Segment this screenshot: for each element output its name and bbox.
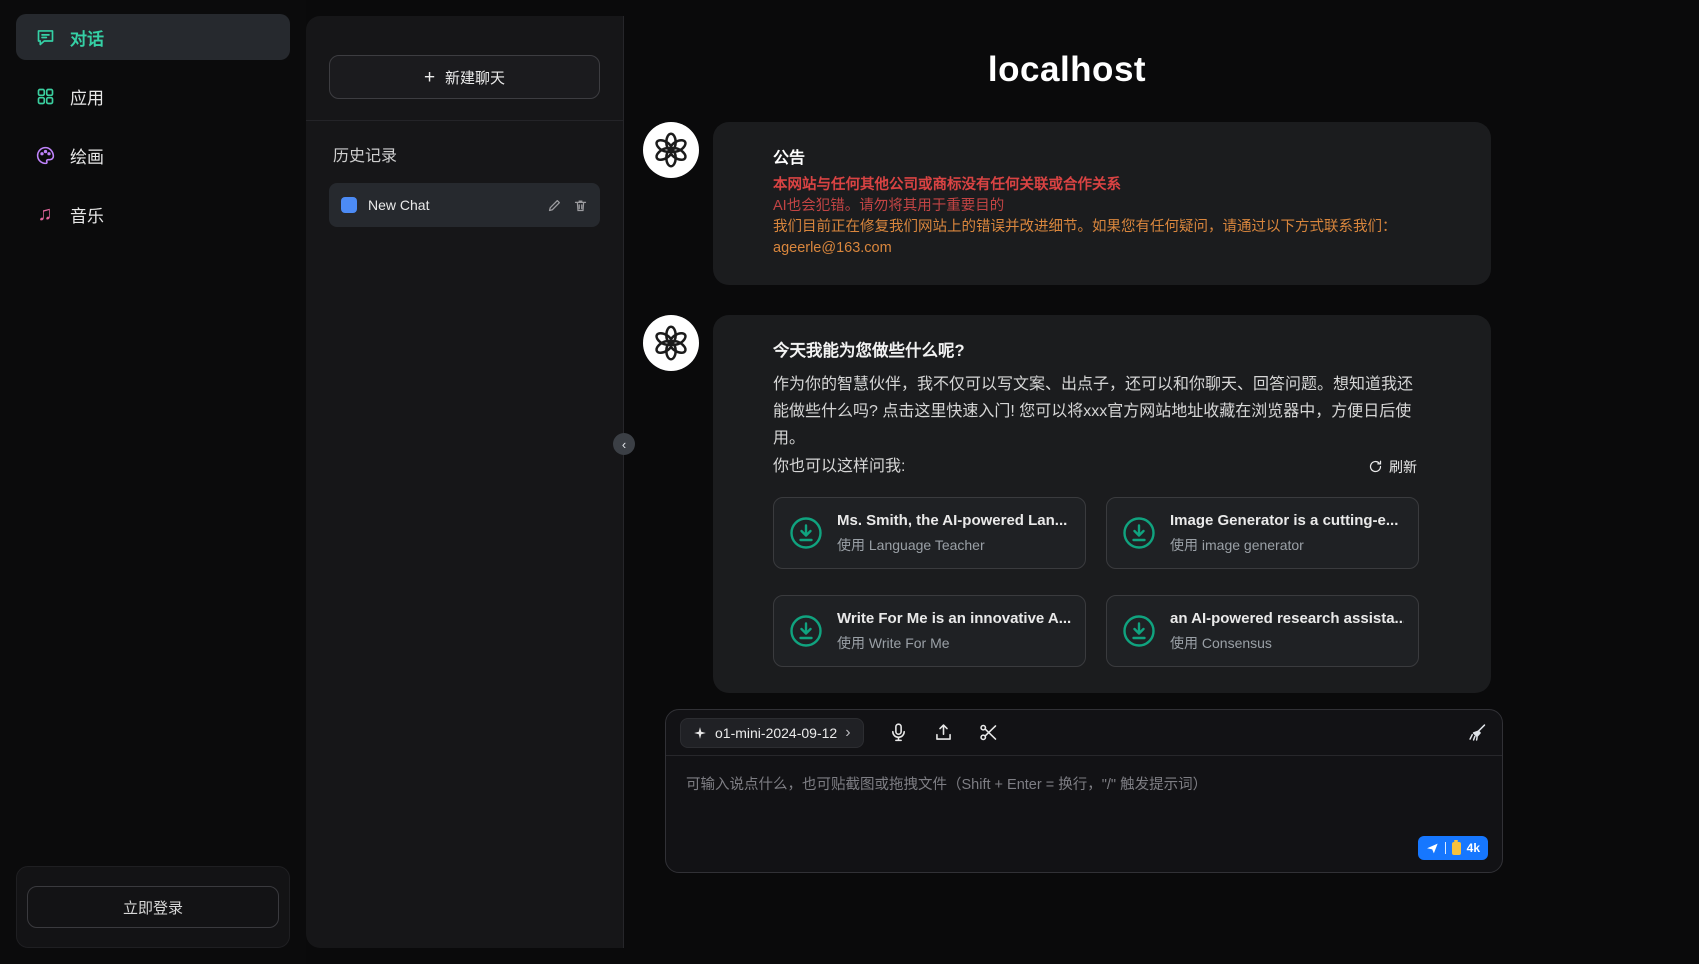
token-count: 4k xyxy=(1467,841,1480,855)
microphone-icon xyxy=(888,722,909,743)
suggestion-card[interactable]: an AI-powered research assista... 使用 Con… xyxy=(1106,595,1419,667)
scissors-icon xyxy=(978,722,999,743)
suggestion-subtitle: 使用 Write For Me xyxy=(837,633,1071,653)
new-chat-button[interactable]: + 新建聊天 xyxy=(329,55,600,99)
sidebar-item-label: 应用 xyxy=(70,84,104,109)
model-name: o1-mini-2024-09-12 xyxy=(715,725,837,741)
chevron-right-icon: › xyxy=(845,725,850,741)
login-panel: 立即登录 xyxy=(16,866,290,948)
message-list: 公告 本网站与任何其他公司或商标没有任何关联或合作关系 AI也会犯错。请勿将其用… xyxy=(643,122,1491,693)
delete-icon[interactable] xyxy=(573,198,588,213)
chat-item-actions xyxy=(547,198,588,213)
suggestion-title: Ms. Smith, the AI-powered Lan... xyxy=(837,512,1067,529)
screenshot-button[interactable] xyxy=(978,722,999,743)
suggestion-title: Write For Me is an innovative A... xyxy=(837,610,1071,627)
message-input[interactable]: 可输入说点什么，也可贴截图或拖拽文件（Shift + Enter = 换行，"/… xyxy=(666,756,1502,872)
download-circle-icon xyxy=(1121,613,1157,649)
sidebar-item-chat[interactable]: 对话 xyxy=(16,14,290,60)
suggestion-grid: Ms. Smith, the AI-powered Lan... 使用 Lang… xyxy=(773,497,1421,667)
sidebar-item-label: 音乐 xyxy=(70,202,104,227)
microphone-button[interactable] xyxy=(888,722,909,743)
divider xyxy=(306,120,623,121)
history-heading: 历史记录 xyxy=(329,142,600,166)
broom-icon xyxy=(1467,722,1488,743)
announcement-title: 公告 xyxy=(773,144,1421,168)
sidebar-item-drawing[interactable]: 绘画 xyxy=(16,132,290,178)
edit-icon[interactable] xyxy=(547,198,562,213)
sidebar: 对话 应用 绘画 xyxy=(0,0,306,964)
message-announcement: 公告 本网站与任何其他公司或商标没有任何关联或合作关系 AI也会犯错。请勿将其用… xyxy=(643,122,1491,285)
announcement-bubble: 公告 本网站与任何其他公司或商标没有任何关联或合作关系 AI也会犯错。请勿将其用… xyxy=(713,122,1491,285)
suggestion-subtitle: 使用 Consensus xyxy=(1170,633,1404,653)
chat-bubble-icon xyxy=(34,26,56,48)
announcement-line-1: 本网站与任何其他公司或商标没有任何关联或合作关系 xyxy=(773,175,1421,196)
refresh-button[interactable]: 刷新 xyxy=(1364,455,1421,479)
badge-divider xyxy=(1445,842,1446,854)
model-selector[interactable]: o1-mini-2024-09-12 › xyxy=(680,718,864,748)
announcement-line-3: 我们目前正在修复我们网站上的错误并改进细节。如果您有任何疑问，请通过以下方式联系… xyxy=(773,217,1421,238)
welcome-title: 今天我能为您做些什么呢? xyxy=(773,337,1421,361)
assistant-avatar xyxy=(643,315,699,371)
refresh-label: 刷新 xyxy=(1389,457,1417,477)
chat-items: New Chat xyxy=(329,183,600,227)
welcome-bubble: 今天我能为您做些什么呢? 作为你的智慧伙伴，我不仅可以写文案、出点子，还可以和你… xyxy=(713,315,1491,693)
suggestion-card[interactable]: Ms. Smith, the AI-powered Lan... 使用 Lang… xyxy=(773,497,1086,569)
contact-email-link[interactable]: ageerle@163.com xyxy=(773,238,892,259)
suggestion-card[interactable]: Write For Me is an innovative A... 使用 Wr… xyxy=(773,595,1086,667)
app-window: 对话 应用 绘画 xyxy=(0,0,1699,964)
collapse-sidebar-toggle[interactable]: ‹ xyxy=(613,433,635,455)
chat-list-item[interactable]: New Chat xyxy=(329,183,600,227)
download-circle-icon xyxy=(788,515,824,551)
main-panel: ‹ localhost xyxy=(624,0,1699,964)
sidebar-item-label: 绘画 xyxy=(70,143,104,168)
send-token-badge[interactable]: 4k xyxy=(1418,836,1488,860)
new-chat-label: 新建聊天 xyxy=(445,67,505,88)
assistant-avatar xyxy=(643,122,699,178)
hint-row: 你也可以这样问我: 刷新 xyxy=(773,453,1421,480)
sparkle-icon xyxy=(693,726,707,740)
download-circle-icon xyxy=(788,613,824,649)
palette-icon xyxy=(34,144,56,166)
plus-icon: + xyxy=(424,68,435,87)
suggestion-card[interactable]: Image Generator is a cutting-e... 使用 ima… xyxy=(1106,497,1419,569)
chat-color-swatch xyxy=(341,197,357,213)
composer: o1-mini-2024-09-12 › xyxy=(665,709,1503,873)
chat-item-title: New Chat xyxy=(368,197,536,213)
upload-icon xyxy=(933,722,954,743)
send-icon xyxy=(1426,842,1439,855)
ask-hint: 你也可以这样问我: xyxy=(773,453,905,480)
upload-button[interactable] xyxy=(933,722,954,743)
download-circle-icon xyxy=(1121,515,1157,551)
music-note-icon: ♫ xyxy=(34,203,56,225)
battery-icon xyxy=(1452,842,1461,855)
input-placeholder: 可输入说点什么，也可贴截图或拖拽文件（Shift + Enter = 换行，"/… xyxy=(686,773,1482,794)
main-content: localhost xyxy=(643,0,1491,873)
announcement-line-2: AI也会犯错。请勿将其用于重要目的 xyxy=(773,196,1421,217)
sidebar-item-label: 对话 xyxy=(70,25,104,50)
refresh-icon xyxy=(1368,459,1383,474)
grid-icon xyxy=(34,85,56,107)
welcome-body: 作为你的智慧伙伴，我不仅可以写文案、出点子，还可以和你聊天、回答问题。想知道我还… xyxy=(773,371,1421,452)
suggestion-title: Image Generator is a cutting-e... xyxy=(1170,512,1398,529)
chat-list-panel: + 新建聊天 历史记录 New Chat xyxy=(306,16,624,948)
suggestion-title: an AI-powered research assista... xyxy=(1170,610,1404,627)
sidebar-item-music[interactable]: ♫ 音乐 xyxy=(16,191,290,237)
clear-context-button[interactable] xyxy=(1467,722,1488,743)
sidebar-item-apps[interactable]: 应用 xyxy=(16,73,290,119)
composer-toolbar: o1-mini-2024-09-12 › xyxy=(666,710,1502,756)
login-button[interactable]: 立即登录 xyxy=(27,886,279,928)
message-welcome: 今天我能为您做些什么呢? 作为你的智慧伙伴，我不仅可以写文案、出点子，还可以和你… xyxy=(643,315,1491,693)
suggestion-subtitle: 使用 image generator xyxy=(1170,535,1398,555)
page-title: localhost xyxy=(643,50,1491,90)
suggestion-subtitle: 使用 Language Teacher xyxy=(837,535,1067,555)
